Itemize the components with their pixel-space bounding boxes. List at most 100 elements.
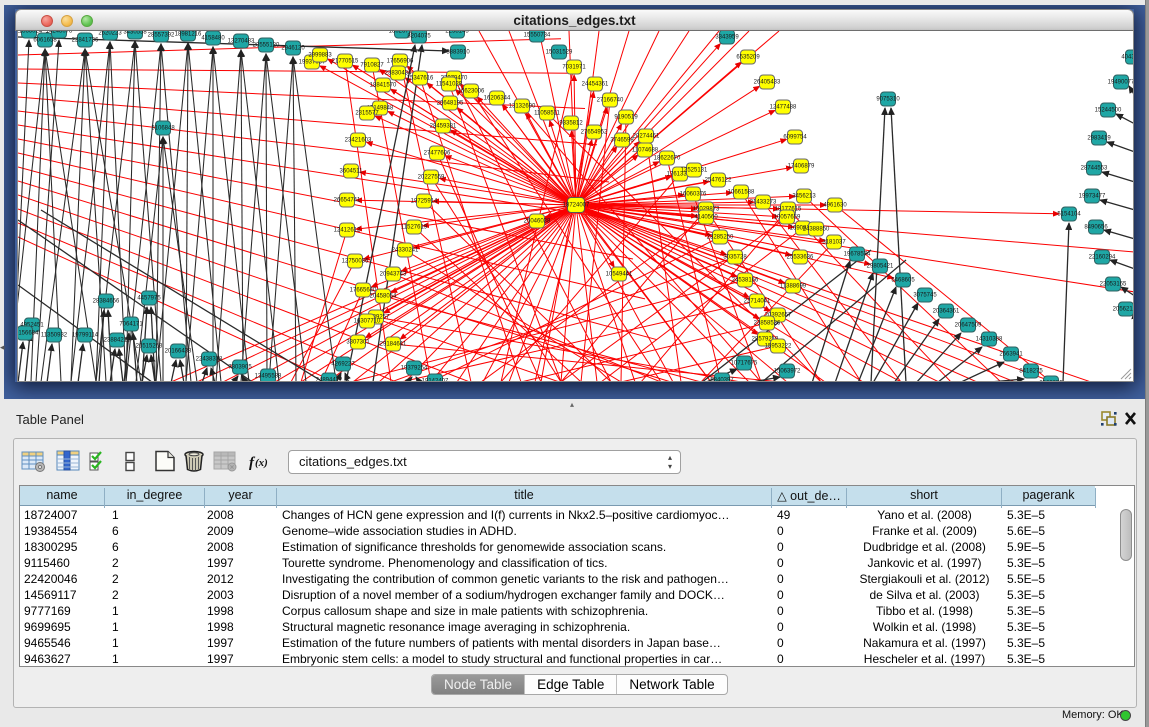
svg-text:19973477: 19973477 — [1079, 194, 1106, 200]
svg-text:8204075: 8204075 — [407, 34, 431, 40]
svg-text:20364361: 20364361 — [933, 309, 960, 315]
svg-text:13495588: 13495588 — [255, 374, 282, 380]
svg-text:11527619: 11527619 — [401, 225, 428, 231]
svg-text:(x): (x) — [255, 457, 268, 469]
svg-text:5468605: 5468605 — [891, 278, 915, 284]
svg-text:12750036: 12750036 — [342, 259, 369, 265]
svg-text:23421603: 23421603 — [345, 138, 372, 144]
svg-text:6061658: 6061658 — [33, 38, 57, 44]
svg-text:2258145: 2258145 — [445, 31, 469, 35]
svg-text:13270483: 13270483 — [228, 39, 255, 45]
svg-text:15953222: 15953222 — [765, 344, 792, 350]
svg-text:27654952: 27654952 — [581, 130, 608, 136]
svg-text:19490077: 19490077 — [1108, 80, 1134, 86]
svg-text:11074688: 11074688 — [632, 148, 659, 154]
svg-text:28384656: 28384656 — [93, 299, 120, 305]
svg-text:5154104: 5154104 — [1057, 212, 1081, 218]
svg-text:17406879: 17406879 — [788, 164, 815, 170]
svg-text:16060376: 16060376 — [680, 192, 707, 198]
svg-text:10549441: 10549441 — [606, 272, 633, 278]
svg-text:22160294: 22160294 — [1089, 255, 1116, 261]
svg-text:19678574: 19678574 — [844, 252, 871, 258]
svg-text:4140560: 4140560 — [694, 215, 718, 221]
svg-text:20274461: 20274461 — [633, 134, 660, 140]
svg-text:24330241: 24330241 — [392, 248, 419, 254]
svg-text:24894472: 24894472 — [316, 378, 343, 383]
svg-text:22438378: 22438378 — [196, 357, 223, 363]
svg-text:3075745: 3075745 — [913, 293, 937, 299]
svg-text:11058511: 11058511 — [534, 111, 560, 117]
svg-text:7910827: 7910827 — [360, 63, 384, 69]
svg-text:14248078: 14248078 — [46, 31, 73, 35]
svg-text:19799114: 19799114 — [72, 333, 99, 339]
svg-text:8418275: 8418275 — [1019, 369, 1043, 375]
svg-text:16623006: 16623006 — [458, 89, 485, 95]
svg-text:20156684: 20156684 — [18, 331, 39, 337]
svg-text:2563055: 2563055 — [1039, 381, 1063, 383]
svg-text:2315577: 2315577 — [355, 111, 379, 117]
svg-text:11350932: 11350932 — [41, 333, 68, 339]
svg-text:11388699: 11388699 — [780, 284, 807, 290]
svg-text:28557392: 28557392 — [148, 33, 175, 39]
svg-text:4961630: 4961630 — [823, 203, 847, 209]
svg-text:23285250: 23285250 — [707, 235, 734, 241]
svg-text:19142407: 19142407 — [422, 379, 449, 383]
svg-text:9335812: 9335812 — [559, 121, 583, 127]
svg-text:20227559: 20227559 — [418, 175, 445, 181]
svg-text:28459381: 28459381 — [430, 124, 457, 130]
svg-text:3430558: 3430558 — [123, 31, 147, 36]
svg-text:10717675: 10717675 — [731, 361, 758, 367]
svg-text:3307301: 3307301 — [346, 340, 370, 346]
svg-text:18981216: 18981216 — [175, 32, 202, 38]
svg-text:25476122: 25476122 — [705, 178, 732, 184]
svg-text:2999883: 2999883 — [308, 53, 332, 59]
svg-text:15063972: 15063972 — [774, 369, 801, 375]
svg-text:9190519: 9190519 — [614, 115, 638, 121]
svg-text:7064171: 7064171 — [119, 322, 143, 328]
svg-text:27477606: 27477606 — [424, 151, 451, 157]
svg-text:25046038: 25046038 — [524, 219, 551, 225]
svg-text:12477488: 12477488 — [770, 105, 797, 111]
svg-text:4269227: 4269227 — [331, 362, 355, 368]
svg-text:14310388: 14310388 — [976, 337, 1003, 343]
svg-text:15244500: 15244500 — [1095, 108, 1122, 114]
svg-text:27166740: 27166740 — [597, 98, 624, 104]
svg-text:15550734: 15550734 — [524, 33, 551, 39]
svg-text:17656906: 17656906 — [387, 59, 414, 65]
svg-text:2983419: 2983419 — [1087, 136, 1111, 142]
svg-text:20515263: 20515263 — [136, 344, 163, 350]
svg-text:3035728: 3035728 — [723, 255, 747, 261]
svg-text:4043823: 4043823 — [1121, 55, 1134, 61]
svg-text:15347616: 15347616 — [407, 76, 434, 82]
svg-text:21433273: 21433273 — [750, 200, 777, 206]
svg-text:10661588: 10661588 — [728, 190, 755, 196]
svg-text:20166438: 20166438 — [165, 349, 192, 355]
svg-text:22714041: 22714041 — [744, 299, 771, 305]
svg-text:11541029: 11541029 — [436, 82, 463, 88]
svg-text:3343959: 3343959 — [715, 35, 739, 41]
svg-text:26405433: 26405433 — [754, 80, 781, 86]
svg-text:7303905: 7303905 — [228, 365, 252, 371]
svg-text:19725914: 19725914 — [411, 199, 438, 205]
svg-text:4158480: 4158480 — [201, 36, 225, 42]
svg-text:23858526: 23858526 — [754, 321, 781, 327]
svg-text:3604511: 3604511 — [340, 169, 364, 175]
svg-text:3456213: 3456213 — [792, 194, 816, 200]
svg-text:23884213: 23884213 — [104, 338, 131, 344]
svg-text:25533636: 25533636 — [787, 255, 814, 261]
svg-text:5840397: 5840397 — [710, 378, 734, 383]
svg-text:6535209: 6535209 — [736, 55, 760, 61]
svg-text:22053165: 22053165 — [1100, 282, 1127, 288]
svg-text:24388850: 24388850 — [803, 227, 830, 233]
svg-text:20562129: 20562129 — [1113, 307, 1134, 313]
svg-text:20943743: 20943743 — [380, 272, 407, 278]
svg-text:28744553: 28744553 — [1081, 166, 1108, 172]
svg-text:15031529: 15031529 — [546, 50, 573, 56]
svg-text:16206344: 16206344 — [484, 96, 511, 102]
svg-text:20647509: 20647509 — [955, 323, 982, 329]
svg-text:20458054: 20458054 — [370, 294, 397, 300]
svg-text:2620223: 2620223 — [98, 31, 122, 37]
svg-text:3883910: 3883910 — [446, 50, 470, 56]
svg-text:20648195: 20648195 — [437, 101, 464, 107]
svg-text:24454361: 24454361 — [582, 82, 609, 88]
